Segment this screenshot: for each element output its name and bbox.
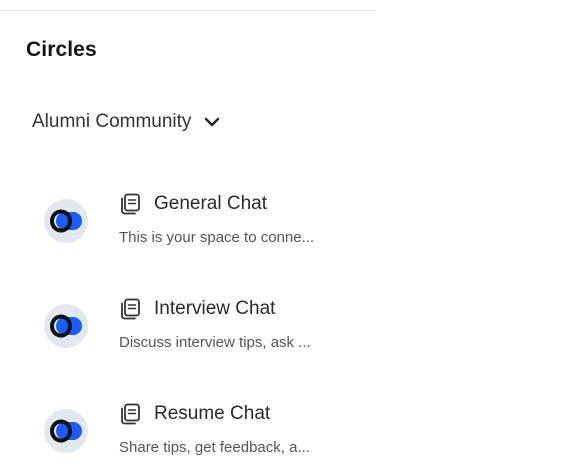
circle-name: Interview Chat (154, 298, 276, 319)
circle-item-header: Resume Chat (118, 401, 270, 427)
circle-name: General Chat (154, 193, 268, 214)
circle-item-interview-chat[interactable]: Interview Chat Discuss interview tips, a… (0, 296, 376, 366)
circle-logo-icon (50, 314, 82, 338)
document-icon (121, 298, 140, 320)
circle-description: This is your space to conne... (119, 229, 315, 246)
chevron-down-icon (205, 117, 220, 127)
circle-logo-icon (50, 419, 82, 443)
document-icon (121, 193, 140, 215)
circle-item-resume-chat[interactable]: Resume Chat Share tips, get feedback, a.… (0, 401, 376, 471)
document-icon (121, 403, 140, 425)
top-divider (0, 10, 376, 11)
circle-avatar (44, 304, 88, 348)
circle-name: Resume Chat (154, 403, 271, 424)
circle-item-general-chat[interactable]: General Chat This is your space to conne… (0, 191, 376, 261)
circle-description: Discuss interview tips, ask ... (119, 334, 311, 351)
circles-panel: Circles Alumni Community General Chat Th… (0, 0, 376, 473)
circle-logo-icon (50, 209, 82, 233)
circle-item-header: Interview Chat (118, 296, 275, 322)
circle-description: Share tips, get feedback, a... (119, 439, 310, 456)
community-dropdown[interactable]: Alumni Community (32, 108, 221, 136)
community-dropdown-label: Alumni Community (32, 111, 192, 132)
circle-avatar (44, 409, 88, 453)
circle-item-header: General Chat (118, 191, 267, 217)
circle-avatar (44, 199, 88, 243)
page-title: Circles (26, 38, 97, 61)
